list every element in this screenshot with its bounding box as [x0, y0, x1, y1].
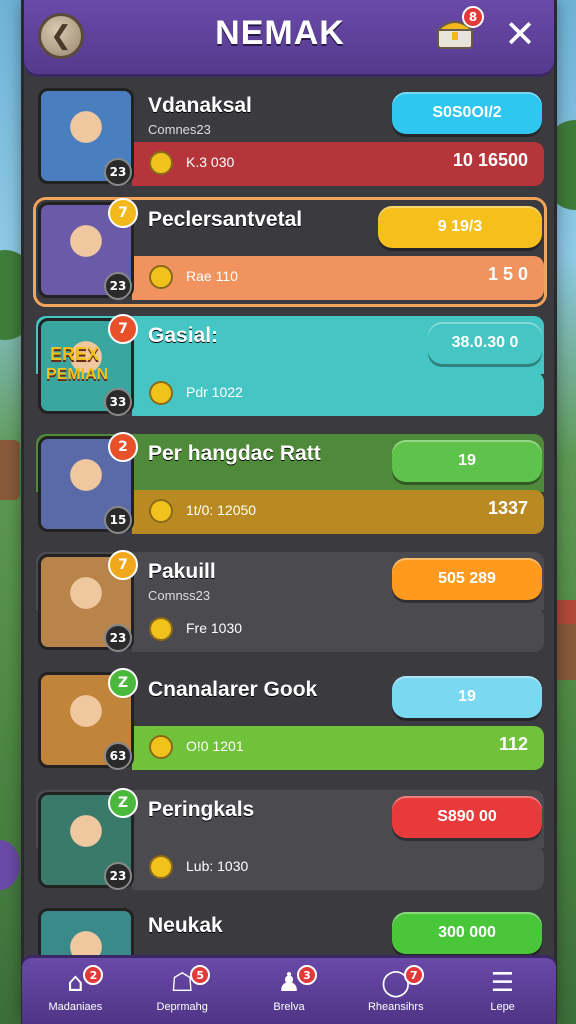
score-button[interactable]: 19 — [392, 676, 542, 718]
avatar-logo-text: EREX — [50, 344, 100, 364]
stat-label: Rae 110 — [186, 268, 238, 284]
nav-label: Madaniaes — [48, 1001, 103, 1013]
coin-icon — [149, 855, 173, 879]
stat-label: O!0 1201 — [186, 738, 244, 754]
player-subtitle: Comnss23 — [148, 588, 211, 603]
player-name: Peringkals — [148, 798, 255, 821]
level-badge: 15 — [104, 506, 132, 534]
stat-label: Lub: 1030 — [186, 858, 249, 874]
leaderboard-row[interactable]: Peclersantvetal 9 19/3 Rae 110 1 5 0 23 7 — [33, 197, 547, 307]
nav-menu[interactable]: ☰ Lepe — [453, 961, 553, 1021]
back-button[interactable]: ❮ — [38, 13, 84, 59]
rank-badge: 7 — [108, 314, 138, 344]
leaderboard-row[interactable]: Gasial: 38.0.30 0 Pdr 1022 33 7 EREX PEMIAN — [36, 314, 544, 420]
close-button[interactable]: ✕ — [500, 14, 540, 54]
coin-icon — [149, 617, 173, 641]
rank-badge: Z — [108, 788, 138, 818]
bottom-navigation: ⌂ Madaniaes 2 ☖ Deprmahg 5 ♟ Brelva 3 ◯ … — [22, 958, 556, 1024]
nav-label: Lepe — [490, 1001, 515, 1013]
nav-home[interactable]: ⌂ Madaniaes 2 — [25, 961, 125, 1021]
coin-icon — [149, 381, 173, 405]
nav-label: Rheansihrs — [367, 1001, 424, 1013]
player-name: Per hangdac Ratt — [148, 442, 321, 465]
score-button[interactable]: 38.0.30 0 — [428, 322, 542, 364]
leaderboard-row[interactable]: Pakuill Comnss23 505 289 Fre 1030 23 7 — [36, 550, 544, 656]
player-name: Gasial: — [148, 324, 219, 347]
player-name: Pakuill — [148, 560, 216, 583]
rank-badge: 7 — [108, 198, 138, 228]
nav-friends[interactable]: ♟ Brelva 3 — [239, 961, 339, 1021]
score-button[interactable]: 9 19/3 — [378, 206, 542, 248]
score-button[interactable]: 300 000 — [392, 912, 542, 954]
leaderboard-row[interactable]: Vdanaksal Comnes23 S0S0OI/2 K.3 030 10 1… — [36, 86, 544, 190]
nav-badge: 5 — [190, 965, 211, 985]
score-button-label: 19 — [458, 688, 476, 705]
level-badge: 23 — [104, 862, 132, 890]
menu-icon: ☰ — [490, 968, 515, 998]
coin-icon — [149, 735, 173, 759]
score-button-label: 505 289 — [438, 570, 496, 587]
player-name: Peclersantvetal — [148, 208, 303, 231]
nav-badge: 7 — [403, 965, 424, 985]
level-badge: 23 — [104, 624, 132, 652]
level-badge: 63 — [104, 742, 132, 770]
level-badge: 33 — [104, 388, 132, 416]
score-button-label: 300 000 — [438, 924, 496, 941]
score-button[interactable]: 505 289 — [392, 558, 542, 600]
player-subtitle: Comnes23 — [148, 122, 211, 137]
stat-value: 10 16500 — [452, 150, 528, 170]
rank-badge: Z — [108, 668, 138, 698]
stat-label: Pdr 1022 — [186, 384, 243, 400]
notification-badge: 8 — [462, 6, 484, 28]
rank-badge: 7 — [108, 550, 138, 580]
leaderboard-row[interactable]: Cnanalarer Gook 19 O!0 1201 112 63 Z — [36, 668, 544, 774]
close-icon: ✕ — [504, 12, 536, 56]
avatar-logo-text: PEMIAN — [46, 366, 109, 383]
stat-label: Fre 1030 — [186, 620, 243, 636]
level-badge: 23 — [104, 158, 132, 186]
nav-badge: 3 — [296, 965, 317, 985]
stat-label: 1t/0: 12050 — [186, 502, 257, 518]
leaderboard-row[interactable]: Per hangdac Ratt 19 1t/0: 12050 1337 15 2 — [36, 432, 544, 538]
player-name: Neukak — [148, 914, 223, 937]
nav-label: Brelva — [273, 1001, 305, 1013]
chevron-left-icon: ❮ — [50, 21, 72, 51]
player-name: Cnanalarer Gook — [148, 678, 318, 701]
stat-value: 1 5 0 — [487, 264, 528, 284]
score-button-label: S890 00 — [437, 808, 497, 825]
coin-icon — [149, 499, 173, 523]
leaderboard-row[interactable]: Peringkals S890 00 Lub: 1030 23 Z — [36, 788, 544, 894]
nav-shop[interactable]: ☖ Deprmahg 5 — [132, 961, 232, 1021]
score-button[interactable]: 19 — [392, 440, 542, 482]
coin-icon — [149, 151, 173, 175]
score-button-label: 38.0.30 0 — [451, 334, 519, 351]
nav-badge: 2 — [83, 965, 104, 985]
nav-events[interactable]: ◯ Rheansihrs 7 — [346, 961, 446, 1021]
nav-label: Deprmahg — [156, 1001, 208, 1013]
score-button-label: 19 — [458, 452, 476, 469]
stat-label: K.3 030 — [186, 154, 235, 170]
stat-value: 1337 — [487, 498, 528, 518]
page-title: NEMAK — [215, 14, 345, 52]
coin-icon — [149, 265, 173, 289]
level-badge: 23 — [104, 272, 132, 300]
stat-value: 112 — [498, 734, 528, 754]
score-button-label: 9 19/3 — [437, 218, 483, 235]
score-button-label: S0S0OI/2 — [432, 104, 502, 121]
rank-badge: 2 — [108, 432, 138, 462]
player-name: Vdanaksal — [148, 94, 252, 117]
score-button[interactable]: S0S0OI/2 — [392, 92, 542, 134]
score-button[interactable]: S890 00 — [392, 796, 542, 838]
home-icon: ⌂ — [67, 968, 84, 998]
